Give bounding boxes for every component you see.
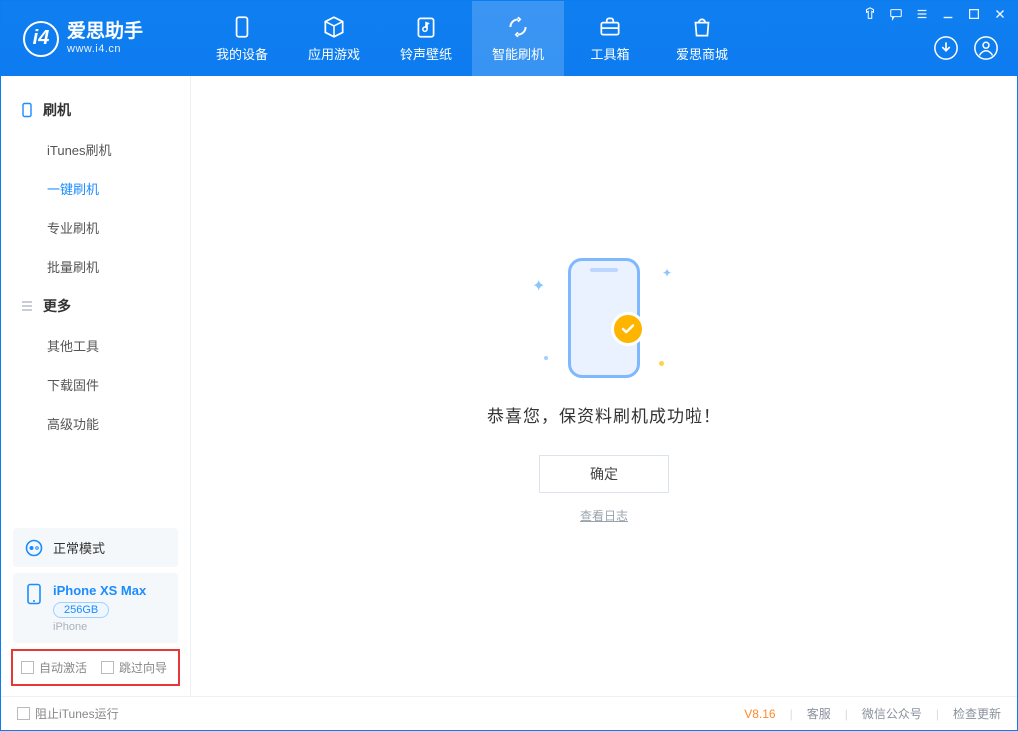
tab-toolbox[interactable]: 工具箱 bbox=[564, 1, 656, 76]
logo-icon: i4 bbox=[23, 21, 59, 57]
logo-area: i4 爱思助手 www.i4.cn bbox=[1, 1, 196, 76]
maximize-icon[interactable] bbox=[967, 7, 981, 24]
tab-label: 应用游戏 bbox=[308, 44, 360, 63]
header-tabs: 我的设备 应用游戏 铃声壁纸 智能刷机 工具箱 爱思商城 bbox=[196, 1, 748, 76]
checkbox-icon bbox=[17, 707, 30, 720]
footer-link-wechat[interactable]: 微信公众号 bbox=[862, 705, 922, 722]
header-right-icons bbox=[933, 35, 999, 64]
phone-icon bbox=[25, 583, 43, 605]
checkbox-icon bbox=[21, 661, 34, 674]
skin-icon[interactable] bbox=[863, 7, 877, 24]
success-message: 恭喜您，保资料刷机成功啦！ bbox=[487, 402, 721, 427]
close-icon[interactable] bbox=[993, 7, 1007, 24]
mode-icon bbox=[25, 539, 43, 557]
device-storage: 256GB bbox=[53, 602, 109, 618]
tab-store[interactable]: 爱思商城 bbox=[656, 1, 748, 76]
sidebar: 刷机 iTunes刷机 一键刷机 专业刷机 批量刷机 更多 其他工具 下载固件 … bbox=[1, 76, 191, 696]
app-window: i4 爱思助手 www.i4.cn 我的设备 应用游戏 铃声壁纸 智能 bbox=[0, 0, 1018, 731]
view-log-link[interactable]: 查看日志 bbox=[580, 507, 628, 524]
tab-label: 智能刷机 bbox=[492, 44, 544, 63]
check-auto-activate[interactable]: 自动激活 bbox=[21, 659, 87, 676]
device-card[interactable]: iPhone XS Max 256GB iPhone bbox=[13, 573, 178, 643]
success-illustration: ✦ ✦ bbox=[514, 248, 694, 388]
cube-icon bbox=[321, 14, 347, 40]
sidebar-item-advanced[interactable]: 高级功能 bbox=[1, 404, 190, 443]
tab-label: 爱思商城 bbox=[676, 44, 728, 63]
check-skip-guide[interactable]: 跳过向导 bbox=[101, 659, 167, 676]
device-info: iPhone XS Max 256GB iPhone bbox=[53, 583, 146, 633]
device-name: iPhone XS Max bbox=[53, 583, 146, 598]
note-icon bbox=[413, 14, 439, 40]
tab-ringtone[interactable]: 铃声壁纸 bbox=[380, 1, 472, 76]
success-check-icon bbox=[611, 312, 645, 346]
content-area: ✦ ✦ 恭喜您，保资料刷机成功啦！ 确定 查看日志 bbox=[191, 76, 1017, 696]
footer: 阻止iTunes运行 V8.16 | 客服 | 微信公众号 | 检查更新 bbox=[1, 696, 1017, 730]
footer-link-update[interactable]: 检查更新 bbox=[953, 705, 1001, 722]
device-type: iPhone bbox=[53, 621, 146, 633]
check-block-itunes[interactable]: 阻止iTunes运行 bbox=[17, 705, 119, 722]
refresh-icon bbox=[505, 14, 531, 40]
sparkle-icon bbox=[659, 361, 664, 366]
window-controls bbox=[863, 7, 1007, 24]
sidebar-item-itunes-flash[interactable]: iTunes刷机 bbox=[1, 130, 190, 169]
section-title: 更多 bbox=[43, 296, 71, 316]
app-name: 爱思助手 bbox=[67, 22, 143, 43]
section-title: 刷机 bbox=[43, 100, 71, 120]
feedback-icon[interactable] bbox=[889, 7, 903, 24]
device-icon bbox=[229, 14, 255, 40]
sidebar-item-pro-flash[interactable]: 专业刷机 bbox=[1, 208, 190, 247]
sparkle-icon bbox=[544, 356, 548, 360]
check-label: 自动激活 bbox=[39, 659, 87, 676]
highlighted-options: 自动激活 跳过向导 bbox=[11, 649, 180, 686]
tab-label: 我的设备 bbox=[216, 44, 268, 63]
bag-icon bbox=[689, 14, 715, 40]
version-label: V8.16 bbox=[744, 707, 775, 721]
sidebar-section-more: 更多 bbox=[1, 286, 190, 326]
menu-icon[interactable] bbox=[915, 7, 929, 24]
sparkle-icon: ✦ bbox=[662, 266, 672, 280]
tab-label: 工具箱 bbox=[590, 44, 629, 63]
ok-button[interactable]: 确定 bbox=[539, 455, 669, 493]
mode-card[interactable]: 正常模式 bbox=[13, 528, 178, 567]
download-icon[interactable] bbox=[933, 35, 959, 64]
checkbox-icon bbox=[101, 661, 114, 674]
sidebar-device-area: 正常模式 iPhone XS Max 256GB iPhone 自动激活 bbox=[1, 522, 190, 696]
toolbox-icon bbox=[597, 14, 623, 40]
mode-label: 正常模式 bbox=[53, 538, 105, 557]
check-label: 阻止iTunes运行 bbox=[35, 705, 119, 722]
tab-my-device[interactable]: 我的设备 bbox=[196, 1, 288, 76]
list-icon bbox=[19, 298, 35, 314]
sidebar-item-other-tools[interactable]: 其他工具 bbox=[1, 326, 190, 365]
sidebar-item-batch-flash[interactable]: 批量刷机 bbox=[1, 247, 190, 286]
sparkle-icon: ✦ bbox=[532, 276, 545, 296]
tab-label: 铃声壁纸 bbox=[400, 44, 452, 63]
body: 刷机 iTunes刷机 一键刷机 专业刷机 批量刷机 更多 其他工具 下载固件 … bbox=[1, 76, 1017, 696]
check-label: 跳过向导 bbox=[119, 659, 167, 676]
phone-outline-icon bbox=[19, 102, 35, 118]
minimize-icon[interactable] bbox=[941, 7, 955, 24]
header: i4 爱思助手 www.i4.cn 我的设备 应用游戏 铃声壁纸 智能 bbox=[1, 1, 1017, 76]
sidebar-item-download-fw[interactable]: 下载固件 bbox=[1, 365, 190, 404]
sidebar-section-flash: 刷机 bbox=[1, 90, 190, 130]
user-icon[interactable] bbox=[973, 35, 999, 64]
footer-link-support[interactable]: 客服 bbox=[807, 705, 831, 722]
tab-flash[interactable]: 智能刷机 bbox=[472, 1, 564, 76]
sidebar-item-onekey-flash[interactable]: 一键刷机 bbox=[1, 169, 190, 208]
tab-apps[interactable]: 应用游戏 bbox=[288, 1, 380, 76]
app-site: www.i4.cn bbox=[67, 43, 143, 55]
